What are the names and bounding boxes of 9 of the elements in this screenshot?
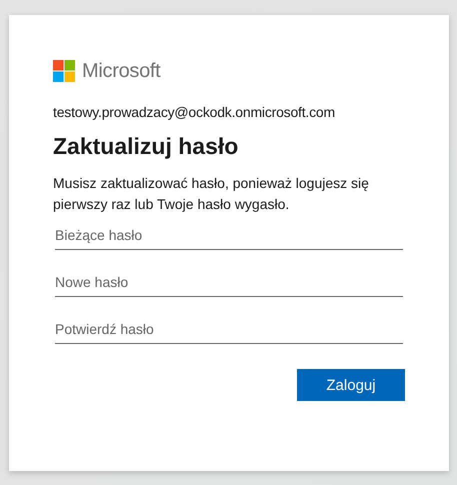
account-email: testowy.prowadzacy@ockodk.onmicrosoft.com [53,104,336,120]
message-text: Musisz zaktualizować hasło, ponieważ logujesz się pierwszy raz lub Twoje hasło wygasło. [53,174,370,214]
page-title: Zaktualizuj hasło [53,133,240,160]
password-field[interactable]: Nowe hasło [55,266,403,297]
sign-in-button[interactable]: Zaloguj [297,369,405,401]
password-field[interactable]: Bieżące hasło [55,219,403,250]
password-field[interactable]: Potwierdź hasło [55,313,403,344]
logo-icon [53,60,75,82]
logo-text: Microsoft [82,60,160,82]
